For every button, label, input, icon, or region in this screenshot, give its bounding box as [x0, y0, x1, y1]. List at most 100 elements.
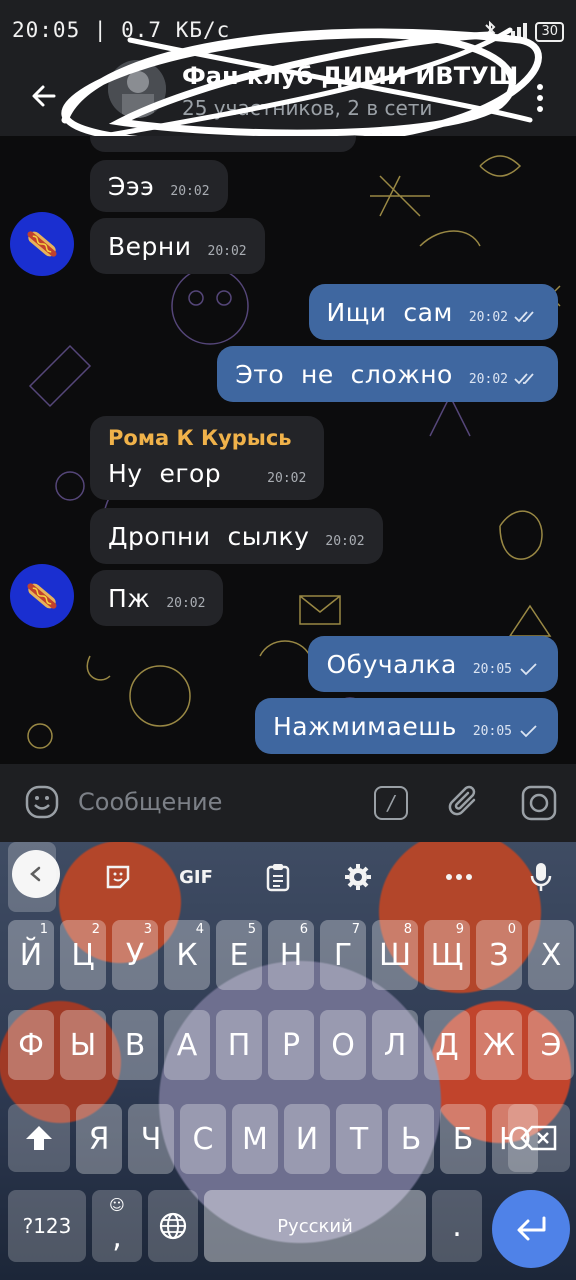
bot-command-button[interactable]: /	[374, 786, 408, 820]
key-к[interactable]: К4	[164, 920, 210, 990]
key-р[interactable]: Р	[268, 1010, 314, 1080]
key-ш[interactable]: Ш8	[372, 920, 418, 990]
key-label: Ы	[69, 1027, 97, 1063]
key-з[interactable]: З0	[476, 920, 522, 990]
period-key[interactable]: .	[432, 1190, 482, 1262]
paperclip-icon	[448, 785, 476, 816]
more-menu-button[interactable]	[522, 76, 558, 120]
attach-button[interactable]	[446, 782, 482, 826]
comma-key[interactable]: , ☺	[92, 1190, 142, 1262]
message-text: Обучалка	[326, 649, 457, 679]
key-х[interactable]: Х	[528, 920, 574, 990]
message-bubble-in[interactable]: Пж 20:02	[90, 570, 224, 626]
key-number-hint: 5	[247, 922, 256, 937]
key-л[interactable]: Л	[372, 1010, 418, 1080]
key-label: Ю	[498, 1121, 532, 1157]
key-label: Ж	[482, 1027, 516, 1063]
key-у[interactable]: У3	[112, 920, 158, 990]
key-ю[interactable]: Ю	[492, 1104, 538, 1174]
chat-title-area[interactable]: Фан клуб ДИМИ ИВТУШ 25 участников, 2 в с…	[0, 60, 518, 136]
status-bar: 20:05 | 0.7 КБ/с 30	[0, 0, 576, 62]
key-п[interactable]: П	[216, 1010, 262, 1080]
key-о[interactable]: О	[320, 1010, 366, 1080]
message-input[interactable]: Сообщение	[78, 788, 222, 816]
space-key[interactable]: Русский	[204, 1190, 426, 1262]
key-с[interactable]: С	[180, 1104, 226, 1174]
settings-button[interactable]	[342, 856, 374, 898]
key-label: Д	[435, 1027, 459, 1063]
key-в[interactable]: В	[112, 1010, 158, 1080]
chat-header: Фан клуб ДИМИ ИВТУШ 25 участников, 2 в с…	[0, 60, 576, 136]
key-я[interactable]: Я	[76, 1104, 122, 1174]
key-а[interactable]: А	[164, 1010, 210, 1080]
message-bubble-in[interactable]: Дропни сылку 20:02	[90, 508, 383, 564]
voice-input-button[interactable]	[526, 856, 556, 898]
group-avatar	[108, 60, 166, 118]
language-key[interactable]	[148, 1190, 198, 1262]
message-bubble-out[interactable]: Обучалка 20:05	[308, 636, 558, 692]
message-bubble-out[interactable]: Ищи сам 20:02	[308, 284, 558, 340]
chat-title: Фан клуб ДИМИ ИВТУШ	[182, 62, 519, 90]
sender-avatar-hotdog[interactable]	[10, 212, 74, 276]
key-м[interactable]: М	[232, 1104, 278, 1174]
key-е[interactable]: Е5	[216, 920, 262, 990]
symbols-key[interactable]: ?123	[8, 1190, 86, 1262]
status-icons: 30	[483, 20, 564, 44]
key-number-hint: 4	[195, 922, 204, 937]
message-time: 20:02	[468, 309, 508, 325]
more-tools-button[interactable]	[442, 856, 476, 898]
key-ф[interactable]: Ф	[8, 1010, 54, 1080]
key-label: А	[176, 1027, 198, 1063]
key-label: И	[295, 1121, 319, 1157]
message-sender-name[interactable]: Рома К Курысь	[108, 426, 292, 450]
key-ч[interactable]: Ч	[128, 1104, 174, 1174]
key-number-hint: 1	[39, 922, 48, 937]
key-label: Ч	[140, 1121, 162, 1157]
emoji-button[interactable]	[24, 784, 60, 824]
camera-button[interactable]	[520, 784, 558, 826]
message-bubble-out[interactable]: Нажмимаешь 20:05	[254, 698, 558, 754]
chat-messages[interactable]: Эээ 20:02 Верни 20:02 Ищи сам 20:02 Это …	[0, 136, 576, 764]
message-bubble-in[interactable]: Эээ 20:02	[90, 160, 228, 212]
clipboard-button[interactable]	[262, 856, 294, 898]
key-д[interactable]: Д	[424, 1010, 470, 1080]
key-label: Л	[383, 1027, 407, 1063]
key-ь[interactable]: Ь	[388, 1104, 434, 1174]
message-text: Эээ	[108, 171, 155, 201]
key-т[interactable]: Т	[336, 1104, 382, 1174]
message-bubble-partial[interactable]	[90, 136, 356, 152]
key-э[interactable]: Э	[528, 1010, 574, 1080]
enter-arrow-icon	[517, 1216, 546, 1241]
shift-key[interactable]	[8, 842, 56, 912]
double-check-icon	[514, 373, 534, 385]
key-н[interactable]: Н6	[268, 920, 314, 990]
enter-key[interactable]	[492, 1190, 570, 1268]
gif-button[interactable]: GIF	[176, 856, 216, 898]
message-bubble-in[interactable]: Рома К Курысь Ну егор 20:02	[90, 416, 325, 500]
message-time: 20:02	[166, 595, 206, 611]
key-label: В	[124, 1027, 146, 1063]
status-time-speed: 20:05 | 0.7 КБ/с	[12, 18, 231, 42]
chat-subtitle: 25 участников, 2 в сети	[182, 96, 433, 120]
key-г[interactable]: Г7	[320, 920, 366, 990]
key-й[interactable]: Й1	[8, 920, 54, 990]
message-bubble-in[interactable]: Верни 20:02	[90, 218, 265, 274]
comma-label: ,	[112, 1219, 122, 1255]
sender-avatar-hotdog[interactable]	[10, 564, 74, 628]
key-label: З	[489, 937, 509, 973]
key-ц[interactable]: Ц2	[60, 920, 106, 990]
key-label: Т	[349, 1121, 369, 1157]
key-и[interactable]: И	[284, 1104, 330, 1174]
key-ы[interactable]: Ы	[60, 1010, 106, 1080]
key-number-hint: 3	[143, 922, 152, 937]
key-щ[interactable]: Щ9	[424, 920, 470, 990]
key-label: О	[331, 1027, 355, 1063]
bluetooth-icon	[483, 20, 497, 44]
key-б[interactable]: Б	[440, 1104, 486, 1174]
key-ж[interactable]: Ж	[476, 1010, 522, 1080]
message-bubble-out[interactable]: Это не сложно 20:02	[217, 346, 558, 402]
emoji-hint-icon: ☺	[109, 1196, 125, 1214]
key-number-hint: 7	[351, 922, 360, 937]
sticker-button[interactable]	[100, 856, 136, 898]
shift-key[interactable]	[8, 1104, 70, 1172]
